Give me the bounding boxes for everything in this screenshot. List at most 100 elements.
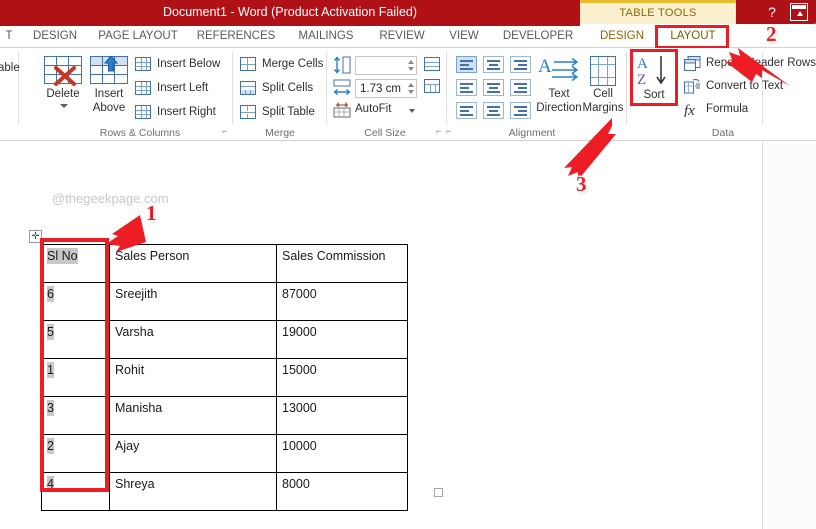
row-height-stepper[interactable] <box>406 56 417 75</box>
layout-tab-highlight-box <box>655 25 729 49</box>
insert-row-above-icon[interactable] <box>90 56 128 84</box>
tab-design[interactable]: DESIGN <box>22 24 88 48</box>
delete-table-icon[interactable] <box>44 56 82 84</box>
insert-column-right-icon[interactable] <box>135 105 151 119</box>
delete-dropdown-chevron-down-icon[interactable] <box>60 104 68 108</box>
sort-button-highlight-box <box>630 49 678 106</box>
distribute-rows-icon[interactable] <box>424 57 440 71</box>
sl-no-column-highlight-box <box>40 238 109 492</box>
autofit-label[interactable]: AutoFit <box>355 103 391 115</box>
cell-sales-person[interactable]: Shreya <box>110 473 277 511</box>
cell-sales-person[interactable]: Rohit <box>110 359 277 397</box>
align-bottom-center-button[interactable] <box>483 102 504 119</box>
group-label-rows-columns: Rows & Columns <box>70 126 210 140</box>
split-cells-label[interactable]: Split Cells <box>262 82 313 94</box>
group-label-cell-size: Cell Size <box>330 126 440 140</box>
cell-margins-line1[interactable]: Cell <box>586 88 620 101</box>
tab-view[interactable]: VIEW <box>440 24 488 48</box>
split-table-icon[interactable] <box>240 105 256 119</box>
group-label-data: Data <box>630 126 816 140</box>
tab-review[interactable]: REVIEW <box>370 24 434 48</box>
cell-sales-person[interactable]: Varsha <box>110 321 277 359</box>
distribute-columns-icon[interactable] <box>424 79 440 93</box>
header-cell-sales-commission[interactable]: Sales Commission <box>277 245 408 283</box>
page-right-margin-line <box>762 142 763 529</box>
insert-above-line1[interactable]: Insert <box>86 88 132 101</box>
cell-sales-person[interactable]: Sreejith <box>110 283 277 321</box>
cell-text: Ajay <box>115 439 139 453</box>
delete-button-label[interactable]: Delete <box>40 88 86 101</box>
cell-sales-commission[interactable]: 8000 <box>277 473 408 511</box>
alignment-dialog-launcher[interactable]: ⌐ <box>446 126 457 137</box>
window-title: Document1 - Word (Product Activation Fai… <box>0 0 580 24</box>
cell-sales-commission[interactable]: 13000 <box>277 397 408 435</box>
annotation-marker-3: 3 <box>576 172 587 197</box>
cell-text: 87000 <box>282 287 317 301</box>
group-separator <box>326 52 327 124</box>
cell-text: Sreejith <box>115 287 157 301</box>
tab-mailings[interactable]: MAILINGS <box>288 24 364 48</box>
word-window: Document1 - Word (Product Activation Fai… <box>0 0 816 529</box>
cell-margins-icon[interactable] <box>590 56 616 86</box>
cell-text: 8000 <box>282 477 310 491</box>
split-table-label[interactable]: Split Table <box>262 106 315 118</box>
cell-sales-commission[interactable]: 10000 <box>277 435 408 473</box>
group-label-alignment: Alignment <box>452 126 612 140</box>
convert-to-text-icon[interactable] <box>684 79 701 94</box>
help-icon[interactable]: ? <box>762 1 782 23</box>
header-cell-sales-person[interactable]: Sales Person <box>110 245 277 283</box>
rows-columns-dialog-launcher[interactable]: ⌐ <box>222 126 233 137</box>
cell-sales-commission[interactable]: 87000 <box>277 283 408 321</box>
table-column-width-icon <box>333 79 351 97</box>
autofit-icon[interactable] <box>333 102 351 118</box>
formula-label[interactable]: Formula <box>706 103 748 115</box>
align-top-left-button[interactable] <box>456 56 477 73</box>
align-bottom-left-button[interactable] <box>456 102 477 119</box>
svg-text:A: A <box>538 56 552 77</box>
cell-text: Rohit <box>115 363 144 377</box>
align-top-right-button[interactable] <box>510 56 531 73</box>
tab-insert-partial[interactable]: T <box>2 24 16 48</box>
cell-text: Varsha <box>115 325 154 339</box>
select-table-label-partial[interactable]: able <box>0 62 20 74</box>
insert-left-label[interactable]: Insert Left <box>157 82 208 94</box>
insert-column-left-icon[interactable] <box>135 81 151 95</box>
cell-margins-line2[interactable]: Margins <box>576 102 630 115</box>
convert-to-text-label[interactable]: Convert to Text <box>706 80 783 92</box>
align-center-left-button[interactable] <box>456 79 477 96</box>
cell-sales-commission[interactable]: 15000 <box>277 359 408 397</box>
autofit-chevron-down-icon[interactable] <box>409 109 415 113</box>
insert-right-label[interactable]: Insert Right <box>157 106 216 118</box>
split-cells-icon[interactable] <box>240 81 256 95</box>
align-center-button[interactable] <box>483 79 504 96</box>
cell-text: Manisha <box>115 401 162 415</box>
cell-text: 19000 <box>282 325 317 339</box>
tab-page-layout[interactable]: PAGE LAYOUT <box>90 24 186 48</box>
cell-sales-commission[interactable]: 19000 <box>277 321 408 359</box>
table-end-marker <box>434 488 443 497</box>
insert-row-below-icon[interactable] <box>135 57 151 71</box>
tab-table-design[interactable]: DESIGN <box>592 24 652 48</box>
repeat-header-rows-icon[interactable] <box>684 56 701 71</box>
cell-sales-person[interactable]: Ajay <box>110 435 277 473</box>
group-separator <box>446 52 447 124</box>
insert-above-line2[interactable]: Above <box>86 102 132 115</box>
header-sales-person-text: Sales Person <box>115 249 189 263</box>
repeat-header-rows-label[interactable]: Repeat Header Rows <box>706 57 816 69</box>
align-top-center-button[interactable] <box>483 56 504 73</box>
cell-text: 10000 <box>282 439 317 453</box>
merge-cells-icon[interactable] <box>240 57 256 71</box>
cell-text: 13000 <box>282 401 317 415</box>
tab-developer[interactable]: DEVELOPER <box>492 24 584 48</box>
cell-sales-person[interactable]: Manisha <box>110 397 277 435</box>
align-center-right-button[interactable] <box>510 79 531 96</box>
text-direction-icon[interactable]: A <box>538 56 580 90</box>
column-width-stepper[interactable] <box>406 79 417 98</box>
ribbon-display-options-icon[interactable] <box>790 3 808 21</box>
insert-below-label[interactable]: Insert Below <box>157 58 220 70</box>
text-direction-line1[interactable]: Text <box>530 88 588 101</box>
cell-text: 15000 <box>282 363 317 377</box>
tab-references[interactable]: REFERENCES <box>190 24 282 48</box>
merge-cells-label[interactable]: Merge Cells <box>262 58 323 70</box>
svg-text:fx: fx <box>684 103 695 117</box>
